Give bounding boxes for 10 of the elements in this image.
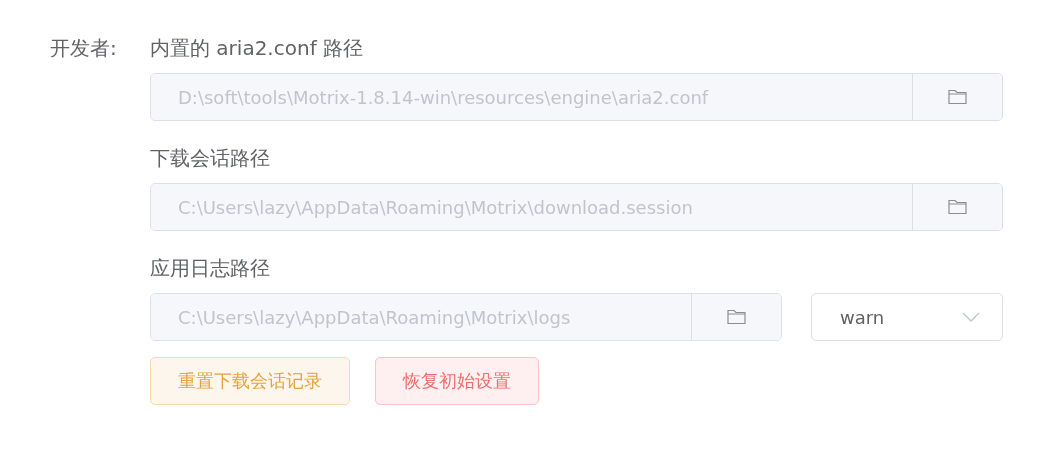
folder-icon: [727, 309, 746, 325]
field-title: 下载会话路径: [150, 145, 271, 172]
field-title: 内置的 aria2.conf 路径: [150, 35, 365, 62]
action-button[interactable]: 重置下载会话记录: [150, 357, 350, 405]
folder-icon: [948, 199, 967, 215]
folder-icon: [948, 89, 967, 105]
form-label: 开发者:: [50, 35, 118, 62]
field-title: 应用日志路径: [150, 255, 271, 282]
action-button[interactable]: 恢复初始设置: [375, 357, 539, 405]
chevron-down-icon: [962, 312, 980, 322]
